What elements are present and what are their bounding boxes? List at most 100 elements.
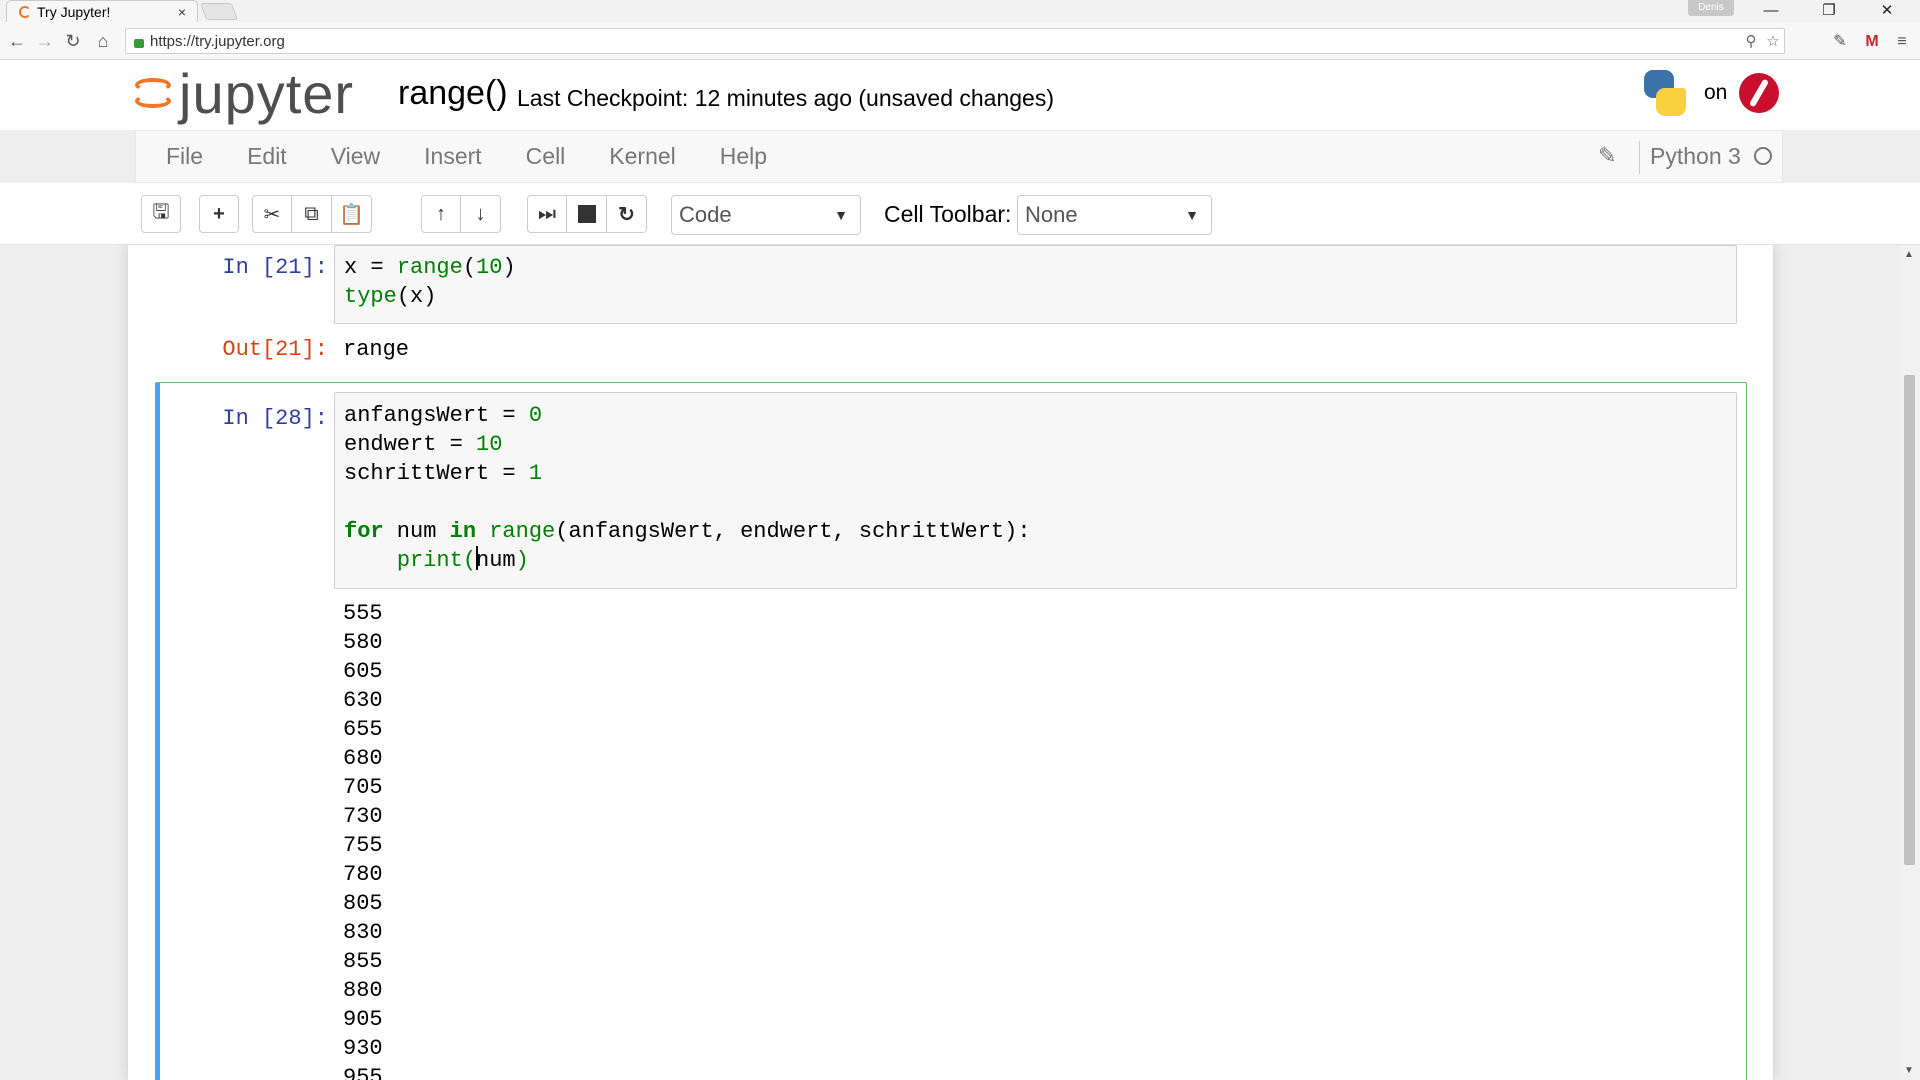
browser-menu-icon[interactable]: ≡ bbox=[1890, 30, 1914, 54]
output-text: range bbox=[343, 337, 410, 362]
output-line: 830 bbox=[343, 920, 383, 945]
output-line: 780 bbox=[343, 862, 383, 887]
back-icon[interactable]: ← bbox=[6, 30, 28, 52]
output-line: 705 bbox=[343, 775, 383, 800]
cell-toolbar-label: Cell Toolbar: bbox=[884, 201, 1012, 227]
tab-title: Try Jupyter! bbox=[37, 3, 111, 20]
jupyter-logo[interactable]: jupyter bbox=[135, 61, 355, 125]
notebook-site: In [21]: x = range(10) type(x) Out[21]: … bbox=[0, 245, 1920, 1080]
menu-insert[interactable]: Insert bbox=[424, 143, 482, 170]
bookmark-star-icon[interactable]: ☆ bbox=[1762, 32, 1784, 50]
save-button[interactable]: 🖫 bbox=[141, 195, 181, 233]
code-text: x = range(10) type(x) bbox=[344, 255, 516, 309]
reload-icon[interactable]: ↻ bbox=[62, 30, 84, 52]
chevron-down-icon: ▼ bbox=[1185, 207, 1199, 223]
save-icon: 🖫 bbox=[152, 201, 170, 223]
kernel-idle-icon bbox=[1754, 147, 1772, 165]
on-text: on bbox=[1704, 81, 1728, 104]
output-line: 730 bbox=[343, 804, 383, 829]
move-down-button[interactable]: ↓ bbox=[461, 195, 501, 233]
menu-kernel[interactable]: Kernel bbox=[609, 143, 675, 170]
gmail-icon[interactable]: M bbox=[1860, 30, 1884, 54]
cut-button[interactable]: ✂ bbox=[252, 195, 292, 233]
tab-close-icon[interactable]: × bbox=[175, 4, 189, 20]
browser-tab-bar: Try Jupyter! × Denis — ❐ ✕ bbox=[0, 0, 1920, 22]
plus-icon: + bbox=[213, 202, 225, 225]
output-line: 855 bbox=[343, 949, 383, 974]
menu-help[interactable]: Help bbox=[720, 143, 767, 170]
new-tab-button[interactable] bbox=[199, 3, 239, 20]
checkpoint-status: Last Checkpoint: 12 minutes ago (unsaved… bbox=[517, 85, 1054, 111]
output-line: 605 bbox=[343, 659, 383, 684]
output-line: 580 bbox=[343, 630, 383, 655]
cut-icon: ✂ bbox=[263, 203, 281, 226]
cell-type-value: Code bbox=[679, 202, 732, 227]
in-prompt: In [21]: bbox=[222, 255, 328, 280]
chevron-down-icon: ▼ bbox=[834, 207, 848, 223]
output-line: 955 bbox=[343, 1065, 383, 1080]
code-input[interactable]: anfangsWert = 0 endwert = 10 schrittWert… bbox=[334, 392, 1737, 589]
scrollbar-thumb[interactable] bbox=[1904, 375, 1915, 865]
forward-icon[interactable]: → bbox=[34, 30, 56, 52]
text-cursor bbox=[476, 546, 479, 570]
run-icon: ⏭ bbox=[538, 202, 556, 225]
address-bar: ← → ↻ ⌂ https://try.jupyter.org ⚲ ☆ ✎ M … bbox=[0, 22, 1920, 60]
logo-text: jupyter bbox=[179, 61, 355, 125]
code-text: anfangsWert = 0 endwert = 10 schrittWert… bbox=[344, 403, 1031, 573]
scroll-down-icon[interactable]: ▼ bbox=[1904, 1065, 1914, 1076]
url-field[interactable]: https://try.jupyter.org ⚲ ☆ bbox=[125, 28, 1785, 54]
paste-icon: 📋 bbox=[339, 203, 364, 226]
notebook-toolbar: 🖫 + ✂ ⧉ 📋 ↑ ↓ ⏭ ↻ Code ▼ Cell Toolbar: N… bbox=[0, 183, 1920, 245]
cell-toolbar-value: None bbox=[1025, 202, 1078, 227]
stop-icon bbox=[577, 205, 596, 223]
lock-icon bbox=[134, 38, 144, 48]
output-line: 905 bbox=[343, 1007, 383, 1032]
menu-file[interactable]: File bbox=[166, 143, 203, 170]
interrupt-button[interactable] bbox=[567, 195, 607, 233]
url-text: https://try.jupyter.org bbox=[150, 32, 285, 50]
scroll-up-icon[interactable]: ▲ bbox=[1904, 249, 1914, 260]
code-input[interactable]: x = range(10) type(x) bbox=[334, 245, 1737, 324]
out-prompt: Out[21]: bbox=[222, 337, 328, 362]
arrow-up-icon: ↑ bbox=[436, 202, 446, 225]
menu-edit[interactable]: Edit bbox=[247, 143, 287, 170]
profile-badge[interactable]: Denis bbox=[1688, 0, 1734, 16]
output-line: 930 bbox=[343, 1036, 383, 1061]
restart-icon: ↻ bbox=[618, 203, 635, 226]
zoom-icon[interactable]: ⚲ bbox=[1740, 32, 1762, 50]
pencil-icon[interactable]: ✎ bbox=[1598, 143, 1616, 169]
output-line: 655 bbox=[343, 717, 383, 742]
cell-type-select[interactable]: Code ▼ bbox=[671, 195, 861, 235]
home-icon[interactable]: ⌂ bbox=[92, 30, 114, 52]
output-line: 880 bbox=[343, 978, 383, 1003]
menu-bar: File Edit View Insert Cell Kernel Help ✎… bbox=[135, 130, 1783, 183]
scrollbar[interactable]: ▲ ▼ bbox=[1898, 245, 1920, 1080]
output-line: 555 bbox=[343, 601, 383, 626]
kernel-name[interactable]: Python 3 bbox=[1650, 143, 1741, 170]
notebook-name[interactable]: range() bbox=[398, 74, 508, 113]
output-line: 630 bbox=[343, 688, 383, 713]
copy-button[interactable]: ⧉ bbox=[292, 195, 332, 233]
run-button[interactable]: ⏭ bbox=[527, 195, 567, 233]
restart-button[interactable]: ↻ bbox=[607, 195, 647, 233]
output-line: 755 bbox=[343, 833, 383, 858]
notebook-header: jupyter range() Last Checkpoint: 12 minu… bbox=[0, 60, 1920, 130]
menu-cell[interactable]: Cell bbox=[526, 143, 566, 170]
notebook-container: In [21]: x = range(10) type(x) Out[21]: … bbox=[128, 245, 1773, 1080]
menu-view[interactable]: View bbox=[331, 143, 380, 170]
extension-icon[interactable]: ✎ bbox=[1828, 30, 1852, 54]
menu-divider bbox=[1639, 141, 1640, 174]
browser-tab[interactable]: Try Jupyter! × bbox=[6, 0, 198, 22]
move-up-button[interactable]: ↑ bbox=[421, 195, 461, 233]
paste-button[interactable]: 📋 bbox=[332, 195, 372, 233]
insert-cell-button[interactable]: + bbox=[199, 195, 239, 233]
jupyter-favicon-icon bbox=[19, 5, 31, 18]
python-logo-icon bbox=[1640, 68, 1690, 118]
output-line: 680 bbox=[343, 746, 383, 771]
close-window-icon[interactable]: ✕ bbox=[1864, 0, 1910, 22]
rackspace-logo-icon bbox=[1739, 73, 1780, 113]
restore-icon[interactable]: ❐ bbox=[1806, 0, 1852, 22]
cell-toolbar-select[interactable]: None ▼ bbox=[1017, 195, 1212, 235]
minimize-icon[interactable]: — bbox=[1748, 0, 1794, 22]
in-prompt: In [28]: bbox=[222, 406, 328, 431]
